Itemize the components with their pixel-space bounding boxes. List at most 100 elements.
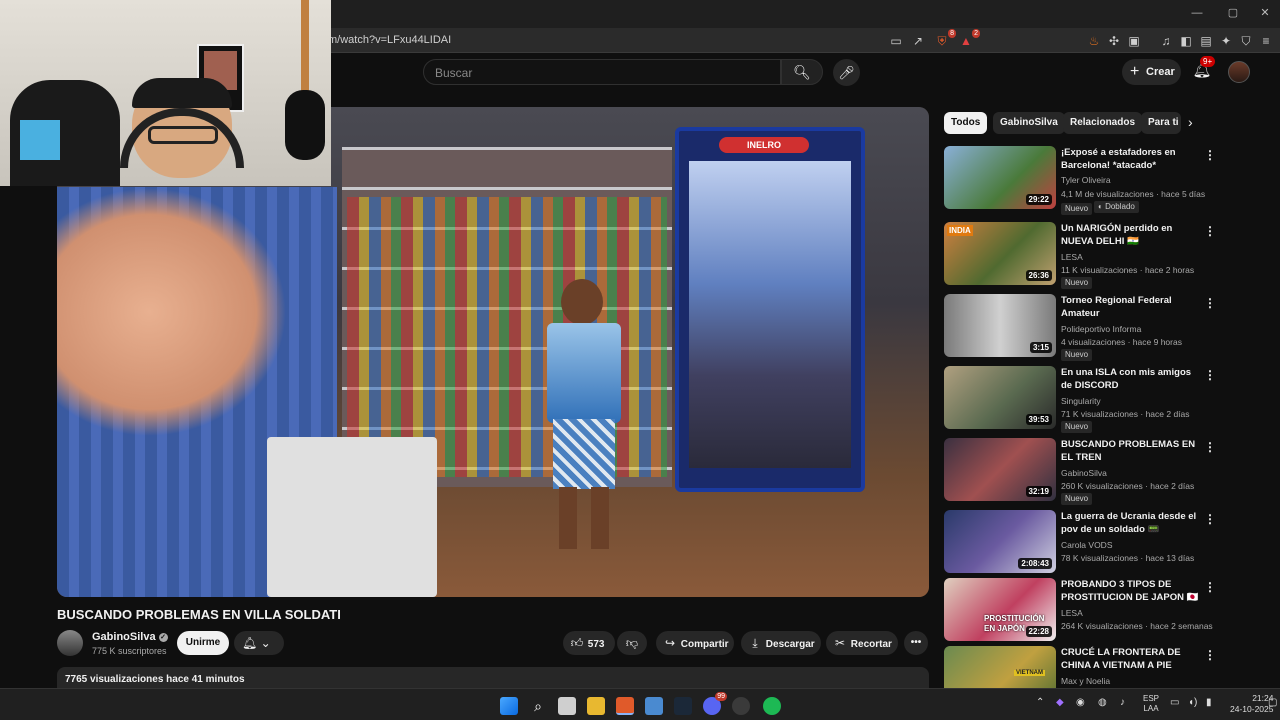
obs-icon[interactable] [732, 697, 750, 715]
recommendation-title[interactable]: BUSCANDO PROBLEMAS EN EL TREN [1061, 438, 1201, 464]
minimize-icon[interactable]: — [1190, 6, 1204, 20]
recommendation-item[interactable]: 29:22 ¡Exposé a estafadores en Barcelona… [944, 146, 1274, 215]
voice-search-button[interactable]: 🎤︎ [833, 59, 860, 86]
file-explorer-icon[interactable] [587, 697, 605, 715]
download-button[interactable]: ⤓ Descargar [741, 631, 821, 655]
video-thumbnail[interactable]: 3:15 [944, 294, 1056, 357]
recommendation-title[interactable]: En una ISLA con mis amigos de DISCORD [1061, 366, 1201, 392]
chip-todos[interactable]: Todos [944, 112, 988, 134]
recommendation-channel[interactable]: Tyler Oliveira [1061, 175, 1111, 185]
system-clock[interactable]: 21:24 24-10-2025 [1230, 693, 1273, 715]
recommendation-item[interactable]: INDIA 26:36 Un NARIGÓN perdido en NUEVA D… [944, 222, 1274, 289]
media-icon[interactable]: ♫ [1158, 33, 1174, 49]
extension-puzzle-icon[interactable]: ✣ [1106, 33, 1122, 49]
clip-button[interactable]: ✂ Recortar [826, 631, 898, 655]
task-view-icon[interactable] [558, 697, 576, 715]
brave-rewards-icon[interactable]: ▲ 2 [958, 29, 980, 49]
channel-avatar[interactable] [57, 630, 83, 656]
extension-flame-icon[interactable]: ♨ [1086, 33, 1102, 49]
chip-para-ti[interactable]: Para ti [1141, 112, 1181, 134]
menu-icon[interactable]: ≡ [1258, 33, 1274, 49]
chip-relacionados[interactable]: Relacionados [1063, 112, 1143, 134]
video-thumbnail[interactable]: VIETNAM [944, 646, 1056, 688]
more-vertical-icon[interactable]: ⋮ [1204, 648, 1216, 662]
video-thumbnail[interactable]: 32:19 [944, 438, 1056, 501]
leo-ai-icon[interactable]: ✦ [1218, 33, 1234, 49]
recommendation-channel[interactable]: Polideportivo Informa [1061, 324, 1141, 334]
share-page-icon[interactable]: ↗ [910, 33, 926, 49]
more-actions-button[interactable]: ••• [904, 631, 928, 655]
like-button[interactable]: 👍︎ 573 [563, 631, 615, 655]
tray-mic-icon[interactable]: ♪ [1120, 697, 1125, 708]
vpn-icon[interactable]: ⛉ [1238, 33, 1254, 49]
video-thumbnail[interactable]: INDIA 26:36 [944, 222, 1056, 285]
channel-name-text[interactable]: GabinoSilva [92, 631, 156, 643]
recommendation-item[interactable]: 2:08:43 La guerra de Ucrania desde el po… [944, 510, 1274, 576]
photos-icon[interactable] [645, 697, 663, 715]
tray-steam-icon[interactable]: ◉ [1076, 697, 1085, 708]
steam-icon[interactable] [674, 697, 692, 715]
brave-browser-icon[interactable] [616, 697, 634, 715]
more-vertical-icon[interactable]: ⋮ [1204, 580, 1216, 594]
more-vertical-icon[interactable]: ⋮ [1204, 368, 1216, 382]
recommendation-title[interactable]: CRUCÉ LA FRONTERA DE CHINA A VIETNAM A P… [1061, 646, 1201, 672]
close-window-icon[interactable]: ✕ [1258, 6, 1272, 20]
spotify-icon[interactable] [763, 697, 781, 715]
recommendation-item[interactable]: 39:53 En una ISLA con mis amigos de DISC… [944, 366, 1274, 433]
notification-center-icon[interactable]: ▢ [1268, 697, 1277, 708]
more-vertical-icon[interactable]: ⋮ [1204, 512, 1216, 526]
recommendation-title[interactable]: PROBANDO 3 TIPOS DE PROSTITUCION DE JAPO… [1061, 578, 1201, 604]
cast-icon[interactable]: ▭ [888, 33, 904, 49]
create-button[interactable]: + Crear [1122, 59, 1181, 85]
tray-app-icon[interactable]: ◆ [1056, 697, 1064, 708]
recommendation-channel[interactable]: LESA [1061, 608, 1083, 618]
recommendation-channel[interactable]: GabinoSilva [1061, 468, 1107, 478]
channel-name[interactable]: GabinoSilva ✓ [92, 631, 168, 643]
recommendation-channel[interactable]: Carola VODS [1061, 540, 1113, 550]
page-scrollbar[interactable] [1270, 62, 1280, 687]
network-icon[interactable]: ▭ [1170, 697, 1179, 708]
recommendation-title[interactable]: Torneo Regional Federal Amateur [1061, 294, 1201, 320]
more-vertical-icon[interactable]: ⋮ [1204, 440, 1216, 454]
recommendation-channel[interactable]: LESA [1061, 252, 1083, 262]
join-button[interactable]: Unirme [177, 631, 229, 655]
recommendation-item[interactable]: 32:19 BUSCANDO PROBLEMAS EN EL TREN Gabi… [944, 438, 1274, 505]
video-thumbnail[interactable]: 29:22 [944, 146, 1056, 209]
chip-gabinosilva[interactable]: GabinoSilva [993, 112, 1065, 134]
video-thumbnail[interactable]: 2:08:43 [944, 510, 1056, 573]
maximize-icon[interactable]: ▢ [1226, 6, 1240, 20]
more-vertical-icon[interactable]: ⋮ [1204, 224, 1216, 238]
chevron-right-icon[interactable]: › [1188, 114, 1193, 130]
more-vertical-icon[interactable]: ⋮ [1204, 296, 1216, 310]
search-icon[interactable]: ⌕ [529, 697, 547, 715]
dislike-button[interactable]: 👎︎ [617, 631, 647, 655]
volume-icon[interactable]: ◖) [1188, 697, 1197, 708]
language-indicator[interactable]: ESP LAA [1143, 694, 1159, 714]
more-vertical-icon[interactable]: ⋮ [1204, 148, 1216, 162]
recommendation-title[interactable]: Un NARIGÓN perdido en NUEVA DELHI 🇮🇳 [1061, 222, 1201, 248]
share-button[interactable]: ↪ Compartir [656, 631, 734, 655]
recommendation-title[interactable]: ¡Exposé a estafadores en Barcelona! *ata… [1061, 146, 1201, 172]
recommendation-channel[interactable]: Singularity [1061, 396, 1101, 406]
search-button[interactable]: 🔍︎ [781, 59, 823, 85]
video-thumbnail[interactable]: 39:53 [944, 366, 1056, 429]
recommendation-item[interactable]: VIETNAM CRUCÉ LA FRONTERA DE CHINA A VIE… [944, 646, 1274, 688]
windows-start-icon[interactable] [500, 697, 518, 715]
recommendation-channel[interactable]: Max y Noelia [1061, 676, 1110, 686]
tray-chevron-up-icon[interactable]: ⌃ [1036, 697, 1044, 708]
recommendation-item[interactable]: PROSTITUCIÓN EN JAPÓN 22:28 PROBANDO 3 TI… [944, 578, 1274, 644]
subscription-bell-button[interactable]: 🔔︎ ⌄ [234, 631, 284, 655]
video-thumbnail[interactable]: PROSTITUCIÓN EN JAPÓN 22:28 [944, 578, 1056, 641]
account-avatar[interactable] [1228, 61, 1250, 83]
tray-discord-icon[interactable]: ◍ [1098, 697, 1107, 708]
battery-icon[interactable]: ▮ [1206, 697, 1212, 708]
extension-box-icon[interactable]: ▣ [1126, 33, 1142, 49]
url-text[interactable]: m/watch?v=LFxu44LIDAI [328, 34, 451, 46]
recommendation-item[interactable]: 3:15 Torneo Regional Federal Amateur Pol… [944, 294, 1274, 361]
wallet-icon[interactable]: ▤ [1198, 33, 1214, 49]
discord-icon[interactable]: 99 [703, 692, 727, 715]
search-input[interactable]: Buscar [423, 59, 781, 85]
sidebar-toggle-icon[interactable]: ◧ [1178, 33, 1194, 49]
brave-shield-icon[interactable]: ⛨ 8 [934, 29, 956, 49]
recommendation-title[interactable]: La guerra de Ucrania desde el pov de un … [1061, 510, 1201, 536]
